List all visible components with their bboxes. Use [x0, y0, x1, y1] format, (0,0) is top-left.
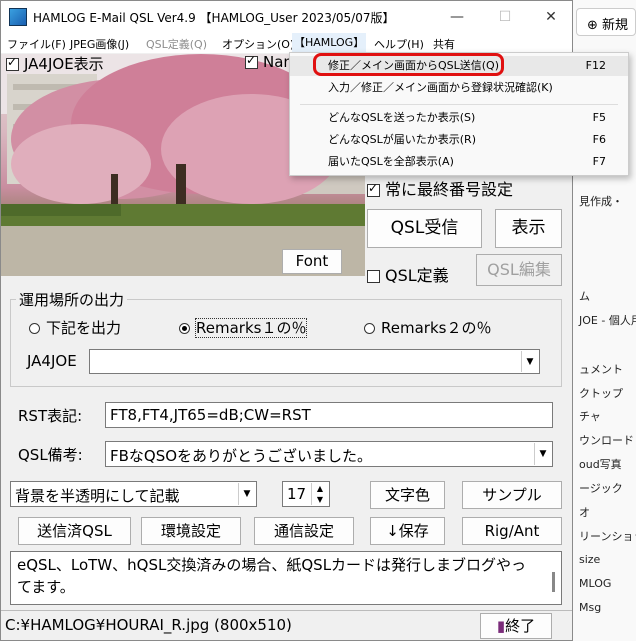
- radio-output-below[interactable]: 下記を出力: [29, 317, 121, 338]
- sent-qsl-button[interactable]: 送信済QSL: [18, 517, 131, 545]
- font-color-button[interactable]: 文字色: [370, 481, 445, 509]
- bg-item[interactable]: ウンロード: [579, 432, 634, 448]
- always-last-number-checkbox[interactable]: 常に最終番号設定: [367, 176, 513, 200]
- menu-item-sent-list[interactable]: どんなQSLを送ったか表示(S) F5: [290, 108, 628, 128]
- radio-selected-icon: [179, 323, 190, 334]
- radio-remarks2[interactable]: Remarks２の％: [364, 317, 491, 338]
- comm-settings-button[interactable]: 通信設定: [254, 517, 354, 545]
- menu-hamlog[interactable]: 【HAMLOG】: [292, 33, 367, 53]
- exit-door-icon: ▮: [496, 617, 506, 635]
- plus-icon: ⊕: [587, 18, 603, 33]
- display-button[interactable]: 表示: [495, 209, 562, 248]
- bg-item[interactable]: ム: [579, 288, 590, 304]
- menu-share[interactable]: 共有: [433, 36, 455, 52]
- close-button[interactable]: ✕: [531, 5, 571, 29]
- bg-item[interactable]: ージック: [579, 480, 623, 496]
- bg-item[interactable]: オ: [579, 504, 590, 520]
- font-button[interactable]: Font: [282, 249, 342, 274]
- checkbox-icon: [367, 181, 380, 197]
- location-dropdown[interactable]: ▼: [89, 349, 540, 374]
- checkbox-icon: [367, 270, 380, 283]
- spin-arrows-icon[interactable]: ▲ ▼: [311, 483, 328, 505]
- qsl-edit-button[interactable]: QSL編集: [476, 254, 562, 286]
- minimize-button[interactable]: —: [437, 5, 477, 29]
- vertical-scrollbar[interactable]: [547, 552, 561, 604]
- exit-button[interactable]: ▮終了: [480, 613, 552, 639]
- chevron-down-icon: ▼: [521, 351, 538, 372]
- menu-item-all-received[interactable]: 届いたQSLを全部表示(A) F7: [290, 152, 628, 172]
- app-icon: [9, 8, 27, 26]
- call-label: JA4JOE: [27, 352, 77, 370]
- title-bar: HAMLOG E-Mail QSL Ver4.9 【HAMLOG_User 20…: [1, 1, 572, 33]
- file-path: C:¥HAMLOG¥HOURAI_R.jpg (800x510): [5, 616, 292, 634]
- menu-options[interactable]: オプション(O): [222, 36, 294, 52]
- bg-item[interactable]: リーンショット: [579, 528, 636, 544]
- bg-item[interactable]: JOE - 個人用: [579, 312, 636, 328]
- bg-item[interactable]: size: [579, 553, 600, 566]
- menu-item-check-status[interactable]: 入力／修正／メイン画面から登録状況確認(K): [290, 78, 628, 98]
- qsl-define-checkbox[interactable]: QSL定義: [367, 262, 449, 286]
- bg-item[interactable]: チャ: [579, 408, 601, 424]
- bg-item[interactable]: ュメント: [579, 361, 623, 377]
- checkbox-icon: [245, 53, 258, 69]
- window-title: HAMLOG E-Mail QSL Ver4.9 【HAMLOG_User 20…: [33, 11, 395, 25]
- radio-icon: [364, 323, 375, 334]
- scroll-thumb[interactable]: [552, 572, 555, 592]
- chevron-down-icon: ▼: [534, 443, 551, 465]
- highlight-annotation: [313, 53, 504, 76]
- font-size-stepper[interactable]: 17 ▲ ▼: [282, 481, 330, 507]
- show-call-checkbox[interactable]: JA4JOE表示: [6, 53, 104, 74]
- bg-item[interactable]: oud写真: [579, 456, 622, 472]
- location-group-title: 運用場所の出力: [16, 289, 128, 310]
- status-bar: C:¥HAMLOG¥HOURAI_R.jpg (800x510) ▮終了: [1, 610, 572, 640]
- rst-label: RST表記:: [18, 407, 83, 425]
- menu-separator: [300, 104, 618, 105]
- radio-icon: [29, 323, 40, 334]
- message-textarea[interactable]: eQSL、LoTW、hQSL交換済みの場合、紙QSLカードは発行しまブログやって…: [10, 551, 562, 605]
- qsl-receive-button[interactable]: QSL受信: [367, 209, 482, 248]
- radio-remarks1[interactable]: Remarks１の％: [179, 317, 308, 338]
- bg-item[interactable]: Msg: [579, 601, 601, 614]
- bg-item: 見作成・: [579, 195, 623, 208]
- chevron-down-icon: ▼: [238, 483, 255, 505]
- qsl-note-label: QSL備考:: [18, 446, 83, 464]
- save-button[interactable]: ↓保存: [370, 517, 445, 545]
- qsl-note-dropdown[interactable]: FBなQSOをありがとうございました。 ▼: [105, 441, 553, 467]
- bg-item[interactable]: クトップ: [579, 385, 623, 401]
- menu-qsl-define[interactable]: QSL定義(Q): [146, 36, 207, 52]
- background-mode-dropdown[interactable]: 背景を半透明にして記載 ▼: [10, 481, 257, 507]
- new-button[interactable]: ⊕ 新規: [576, 8, 636, 36]
- menu-file[interactable]: ファイル(F): [7, 36, 66, 52]
- menu-help[interactable]: ヘルプ(H): [374, 36, 424, 52]
- bg-item[interactable]: MLOG: [579, 577, 611, 590]
- rst-input[interactable]: FT8,FT4,JT65=dB;CW=RST: [105, 402, 553, 428]
- checkbox-icon: [6, 55, 19, 71]
- sample-button[interactable]: サンプル: [462, 481, 562, 509]
- menu-jpeg[interactable]: JPEG画像(J): [70, 36, 129, 52]
- menu-bar: ファイル(F) JPEG画像(J) QSL定義(Q) オプション(O) 【HAM…: [1, 33, 572, 53]
- rig-ant-button[interactable]: Rig/Ant: [462, 517, 562, 545]
- env-settings-button[interactable]: 環境設定: [141, 517, 241, 545]
- menu-item-received-list[interactable]: どんなQSLが届いたか表示(R) F6: [290, 130, 628, 150]
- maximize-button[interactable]: ☐: [485, 5, 525, 29]
